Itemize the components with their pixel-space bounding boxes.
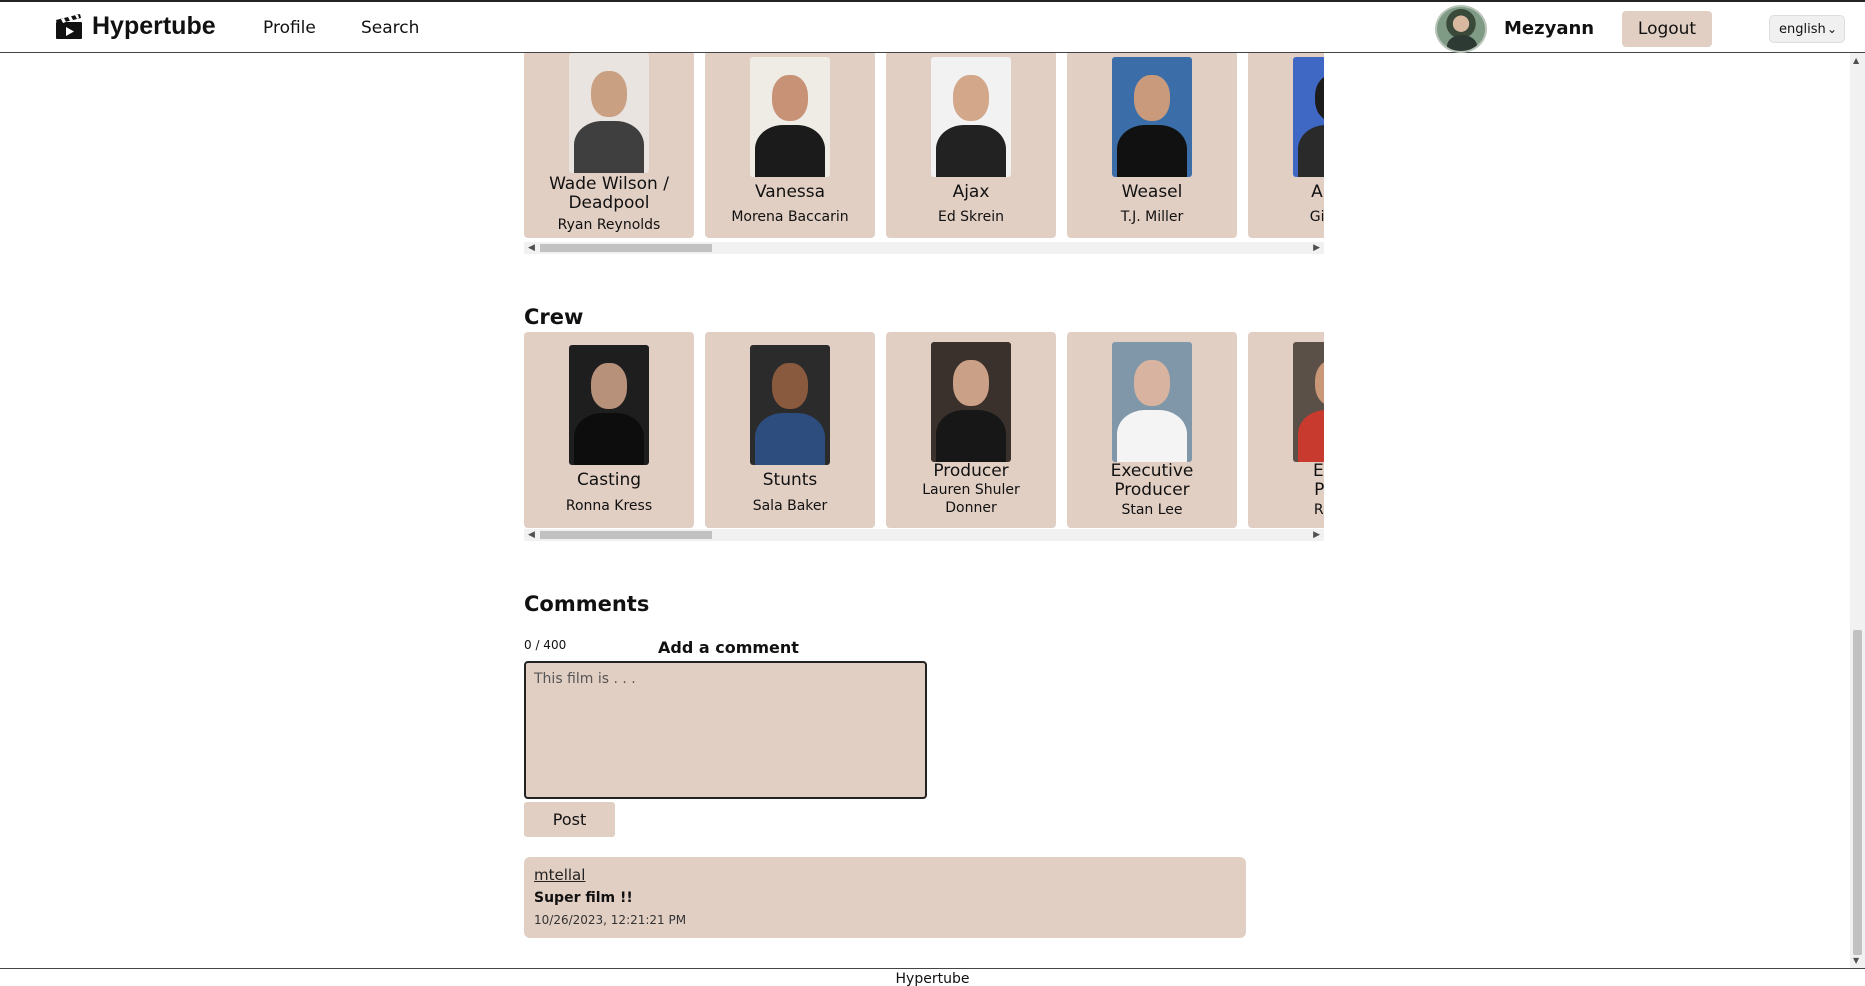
actor-photo <box>750 57 830 177</box>
comments-title: Comments <box>524 592 650 616</box>
comment-author-link[interactable]: mtellal <box>534 866 585 884</box>
brand-logo[interactable]: Hypertube <box>54 11 216 41</box>
crew-photo <box>569 345 649 465</box>
crew-name-line2: Donner <box>945 500 997 516</box>
crew-role-line1: Stunts <box>762 470 818 490</box>
comment-timestamp: 10/26/2023, 12:21:21 PM <box>534 913 687 927</box>
cast-carousel[interactable]: Wade Wilson / Deadpool Ryan Reynolds Van… <box>524 53 1324 241</box>
crew-card[interactable]: Executive Producer Stan Lee <box>1067 332 1237 528</box>
cast-card[interactable]: Ange Gina C <box>1248 53 1324 238</box>
character-count: 0 / 400 <box>524 638 567 652</box>
crew-photo <box>750 345 830 465</box>
comment-text: Super film !! <box>534 890 633 906</box>
crew-card[interactable]: Stunts Sala Baker <box>705 332 875 528</box>
footer: Hypertube <box>0 968 1865 986</box>
clapperboard-icon <box>56 14 82 39</box>
nav-search-link[interactable]: Search <box>361 18 419 38</box>
scroll-left-icon[interactable]: ◀ <box>528 529 535 541</box>
post-button[interactable]: Post <box>524 802 615 837</box>
comment-item: mtellal Super film !! 10/26/2023, 12:21:… <box>524 857 1246 938</box>
crew-photo <box>931 342 1011 462</box>
crew-name-line1: Lauren Shuler <box>922 482 1020 498</box>
character-name-line1: Vanessa <box>754 182 826 202</box>
scroll-right-icon[interactable]: ▶ <box>1313 529 1320 541</box>
actor-name: Morena Baccarin <box>731 209 849 225</box>
actor-photo <box>1112 57 1192 177</box>
crew-role-line1: Casting <box>576 470 642 490</box>
character-name-line1: Ange <box>1311 182 1324 202</box>
brand-name: Hypertube <box>92 11 216 40</box>
crew-name-line1: Stan Lee <box>1121 502 1183 518</box>
crew-card[interactable]: Casting Ronna Kress <box>524 332 694 528</box>
footer-text: Hypertube <box>895 971 970 986</box>
cast-card[interactable]: Wade Wilson / Deadpool Ryan Reynolds <box>524 53 694 238</box>
crew-photo <box>1112 342 1192 462</box>
scroll-right-icon[interactable]: ▶ <box>1313 242 1320 254</box>
actor-name: T.J. Miller <box>1120 209 1184 225</box>
top-navbar: Hypertube Profile Search Mezyann Logout … <box>0 0 1865 53</box>
character-name-line1: Ajax <box>952 182 990 202</box>
crew-carousel[interactable]: Casting Ronna Kress Stunts Sala Baker Pr… <box>524 332 1324 528</box>
cast-card[interactable]: Ajax Ed Skrein <box>886 53 1056 238</box>
cast-horizontal-scrollbar[interactable]: ◀ ▶ <box>524 242 1324 254</box>
crew-name-line1: Ronna Kress <box>565 498 653 514</box>
crew-role-line1: Producer <box>933 461 1009 481</box>
actor-photo <box>569 53 649 173</box>
add-comment-label: Add a comment <box>658 638 799 657</box>
crew-card[interactable]: Exec Prod Rhett <box>1248 332 1324 528</box>
nav-profile-link[interactable]: Profile <box>263 18 316 38</box>
scrollbar-thumb[interactable] <box>1853 630 1862 955</box>
scrollbar-thumb[interactable] <box>540 244 712 252</box>
cast-card[interactable]: Vanessa Morena Baccarin <box>705 53 875 238</box>
crew-title: Crew <box>524 305 584 329</box>
crew-role-line1: Executive <box>1110 461 1194 481</box>
character-name-line1: Weasel <box>1121 182 1183 202</box>
scroll-up-icon[interactable]: ▲ <box>1853 56 1859 65</box>
character-name-line1: Wade Wilson / <box>549 174 669 194</box>
scrollbar-thumb[interactable] <box>540 531 712 539</box>
crew-name-line1: Rhett <box>1313 502 1324 518</box>
crew-horizontal-scrollbar[interactable]: ◀ ▶ <box>524 529 1324 541</box>
scroll-left-icon[interactable]: ◀ <box>528 242 535 254</box>
crew-photo <box>1293 342 1324 462</box>
username: Mezyann <box>1504 18 1595 39</box>
cast-card[interactable]: Weasel T.J. Miller <box>1067 53 1237 238</box>
actor-name: Ed Skrein <box>937 209 1004 225</box>
scroll-down-icon[interactable]: ▼ <box>1853 956 1859 965</box>
actor-name: Ryan Reynolds <box>557 217 661 233</box>
character-name-line2: Deadpool <box>568 193 650 213</box>
crew-role-line1: Exec <box>1312 461 1324 481</box>
chevron-down-icon: ⌄ <box>1826 22 1837 36</box>
language-select[interactable]: english ⌄ <box>1769 15 1845 43</box>
crew-role-line2: Producer <box>1114 480 1190 500</box>
language-select-value: english <box>1779 21 1826 37</box>
comment-input[interactable] <box>524 661 927 799</box>
actor-photo <box>1293 57 1324 177</box>
avatar[interactable] <box>1435 5 1487 53</box>
crew-name-line1: Sala Baker <box>752 498 828 514</box>
crew-card[interactable]: Producer Lauren Shuler Donner <box>886 332 1056 528</box>
logout-button[interactable]: Logout <box>1622 11 1712 47</box>
actor-name: Gina C <box>1309 209 1324 225</box>
crew-role-line2: Prod <box>1314 480 1324 500</box>
page-vertical-scrollbar[interactable]: ▲ ▼ <box>1850 53 1865 968</box>
actor-photo <box>931 57 1011 177</box>
